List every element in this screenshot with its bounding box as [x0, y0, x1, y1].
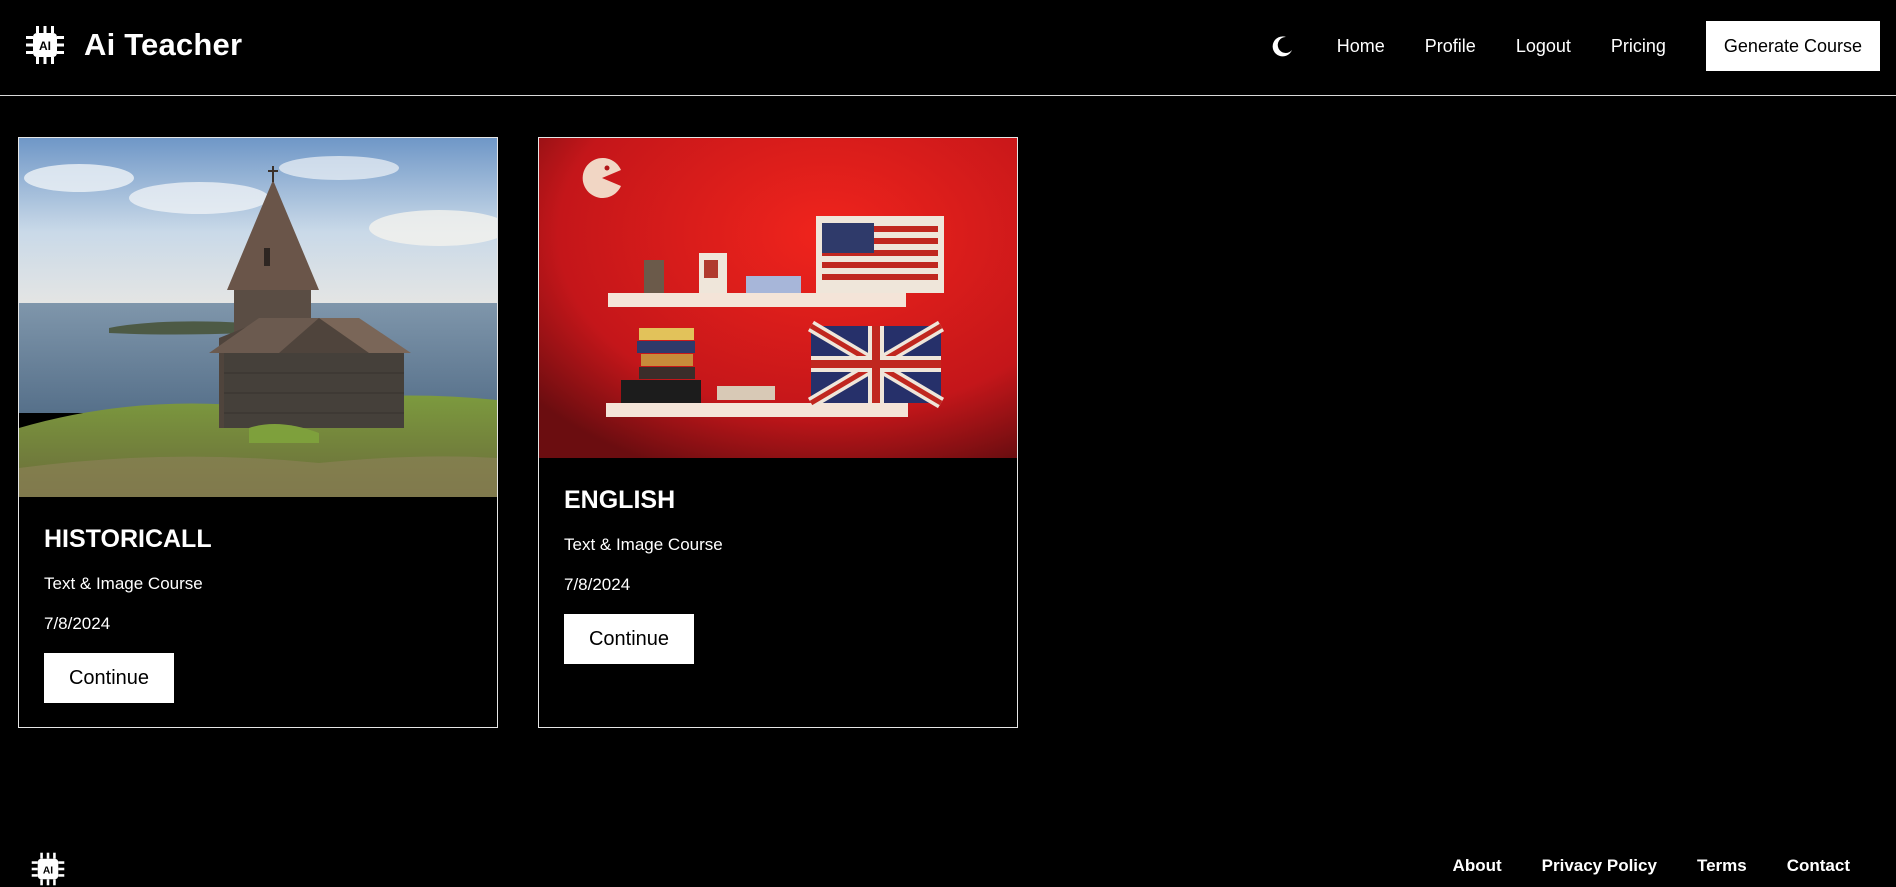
nav-pricing[interactable]: Pricing: [1611, 36, 1666, 57]
course-date: 7/8/2024: [44, 614, 111, 633]
course-title: ENGLISH: [564, 486, 676, 514]
footer-nav: About Privacy Policy Terms Contact: [1413, 856, 1850, 876]
main-nav: Home Profile Logout Pricing Generate Cou…: [1269, 21, 1880, 71]
top-navbar: AI Ai Teacher Home Profile Logout Pricin…: [0, 0, 1896, 96]
course-date: 7/8/2024: [564, 575, 631, 594]
course-image-church: [19, 138, 497, 497]
course-type: Text & Image Course: [564, 535, 723, 554]
course-card[interactable]: HISTORICALL Text & Image Course 7/8/2024…: [18, 137, 498, 728]
footer-link-contact[interactable]: Contact: [1787, 856, 1850, 876]
footer-link-privacy[interactable]: Privacy Policy: [1542, 856, 1657, 876]
svg-text:AI: AI: [43, 865, 53, 876]
ai-chip-footer-icon[interactable]: AI: [30, 851, 66, 887]
moon-icon[interactable]: [1269, 33, 1295, 59]
generate-course-button[interactable]: Generate Course: [1705, 21, 1880, 71]
course-title: HISTORICALL: [44, 525, 212, 553]
continue-button[interactable]: Continue: [44, 653, 174, 703]
course-image-english: [539, 138, 1017, 458]
continue-button[interactable]: Continue: [564, 614, 694, 664]
nav-logout[interactable]: Logout: [1516, 36, 1571, 57]
brand[interactable]: AI Ai Teacher: [24, 24, 242, 66]
ai-chip-logo-icon: AI: [26, 26, 64, 64]
footer-link-terms[interactable]: Terms: [1697, 856, 1747, 876]
footer-link-about[interactable]: About: [1453, 856, 1502, 876]
nav-home[interactable]: Home: [1337, 36, 1385, 57]
course-card[interactable]: ENGLISH Text & Image Course 7/8/2024 Con…: [538, 137, 1018, 728]
nav-profile[interactable]: Profile: [1425, 36, 1476, 57]
svg-text:AI: AI: [39, 39, 51, 53]
app-name: Ai Teacher: [84, 27, 243, 62]
course-type: Text & Image Course: [44, 574, 203, 593]
